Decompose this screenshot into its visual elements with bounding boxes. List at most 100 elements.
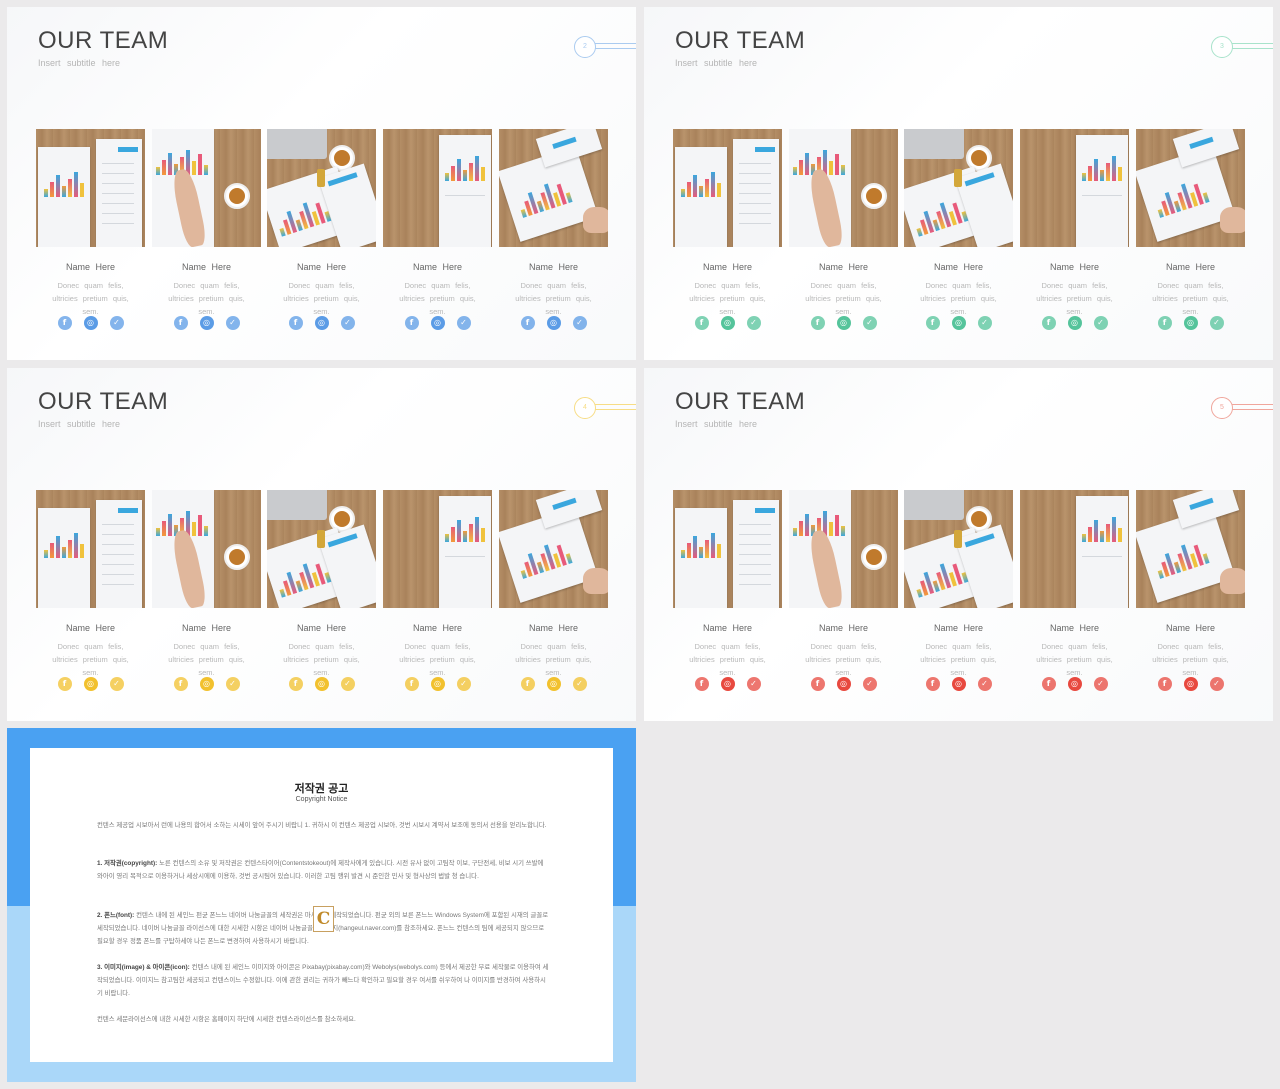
instagram-icon[interactable]: ◎ bbox=[430, 677, 445, 691]
twitter-icon[interactable]: ✓ bbox=[572, 677, 587, 691]
social-icons: f ◎ ✓ bbox=[1136, 316, 1245, 330]
instagram-icon[interactable]: ◎ bbox=[430, 316, 445, 330]
facebook-icon[interactable]: f bbox=[173, 677, 188, 691]
facebook-icon[interactable]: f bbox=[57, 316, 72, 330]
team-photo bbox=[1136, 129, 1245, 247]
member-description: Donec quam felis, ultricies pretium quis… bbox=[168, 642, 245, 677]
twitter-icon[interactable]: ✓ bbox=[572, 316, 587, 330]
member-name: Name Here bbox=[933, 262, 983, 272]
team-photo bbox=[1020, 129, 1129, 247]
instagram-icon[interactable]: ◎ bbox=[314, 316, 329, 330]
member-description: Donec quam felis, ultricies pretium quis… bbox=[1152, 281, 1229, 316]
facebook-icon[interactable]: f bbox=[1157, 316, 1172, 330]
instagram-icon[interactable]: ◎ bbox=[314, 677, 329, 691]
team-photo bbox=[499, 490, 608, 608]
page-number: 4 bbox=[574, 397, 596, 419]
facebook-icon[interactable]: f bbox=[173, 316, 188, 330]
team-photo bbox=[152, 129, 261, 247]
instagram-icon[interactable]: ◎ bbox=[546, 316, 561, 330]
facebook-icon[interactable]: f bbox=[1041, 316, 1056, 330]
member-description: Donec quam felis, ultricies pretium quis… bbox=[1036, 642, 1113, 677]
copyright-subtitle: Copyright Notice bbox=[295, 796, 348, 803]
social-icons: f ◎ ✓ bbox=[1020, 316, 1129, 330]
twitter-icon[interactable]: ✓ bbox=[225, 316, 240, 330]
social-icons: f ◎ ✓ bbox=[1020, 677, 1129, 691]
slide-subtitle: Insert subtitle here bbox=[675, 419, 758, 429]
slide-subtitle: Insert subtitle here bbox=[38, 419, 121, 429]
team-member-card: Name Here Donec quam felis, ultricies pre… bbox=[673, 129, 782, 330]
member-description: Donec quam felis, ultricies pretium quis… bbox=[805, 642, 882, 677]
page-number-line bbox=[595, 43, 636, 49]
twitter-icon[interactable]: ✓ bbox=[1093, 316, 1108, 330]
twitter-icon[interactable]: ✓ bbox=[456, 677, 471, 691]
member-description: Donec quam felis, ultricies pretium quis… bbox=[1152, 642, 1229, 677]
member-name: Name Here bbox=[1049, 623, 1099, 633]
facebook-icon[interactable]: f bbox=[288, 677, 303, 691]
slide-title: OUR TEAM bbox=[675, 388, 806, 415]
twitter-icon[interactable]: ✓ bbox=[862, 677, 877, 691]
member-description: Donec quam felis, ultricies pretium quis… bbox=[515, 642, 592, 677]
instagram-icon[interactable]: ◎ bbox=[1183, 677, 1198, 691]
instagram-icon[interactable]: ◎ bbox=[836, 677, 851, 691]
twitter-icon[interactable]: ✓ bbox=[109, 316, 124, 330]
facebook-icon[interactable]: f bbox=[925, 316, 940, 330]
team-photo bbox=[383, 129, 492, 247]
instagram-icon[interactable]: ◎ bbox=[720, 316, 735, 330]
member-name: Name Here bbox=[1165, 623, 1215, 633]
facebook-icon[interactable]: f bbox=[694, 677, 709, 691]
twitter-icon[interactable]: ✓ bbox=[977, 677, 992, 691]
team-photo bbox=[673, 490, 782, 608]
twitter-icon[interactable]: ✓ bbox=[977, 316, 992, 330]
facebook-icon[interactable]: f bbox=[810, 677, 825, 691]
instagram-icon[interactable]: ◎ bbox=[836, 316, 851, 330]
twitter-icon[interactable]: ✓ bbox=[340, 677, 355, 691]
facebook-icon[interactable]: f bbox=[520, 316, 535, 330]
facebook-icon[interactable]: f bbox=[1041, 677, 1056, 691]
team-photo bbox=[1136, 490, 1245, 608]
page-number-line bbox=[1232, 404, 1273, 410]
facebook-icon[interactable]: f bbox=[694, 316, 709, 330]
twitter-icon[interactable]: ✓ bbox=[1209, 316, 1224, 330]
copyright-card: 저작권 공고 Copyright Notice 컨텐스 제공업 시보아서 런에 … bbox=[30, 748, 613, 1062]
twitter-icon[interactable]: ✓ bbox=[746, 677, 761, 691]
facebook-icon[interactable]: f bbox=[288, 316, 303, 330]
facebook-icon[interactable]: f bbox=[1157, 677, 1172, 691]
twitter-icon[interactable]: ✓ bbox=[109, 677, 124, 691]
page-number: 2 bbox=[574, 36, 596, 58]
twitter-icon[interactable]: ✓ bbox=[340, 316, 355, 330]
copyright-intro: 컨텐스 제공업 시보아서 런에 나용의 합어서 소하는 시세이 앞어 주시기 비… bbox=[97, 822, 547, 829]
twitter-icon[interactable]: ✓ bbox=[862, 316, 877, 330]
instagram-icon[interactable]: ◎ bbox=[546, 677, 561, 691]
facebook-icon[interactable]: f bbox=[810, 316, 825, 330]
team-member-card: Name Here Donec quam felis, ultricies pre… bbox=[36, 129, 145, 330]
twitter-icon[interactable]: ✓ bbox=[1093, 677, 1108, 691]
facebook-icon[interactable]: f bbox=[57, 677, 72, 691]
facebook-icon[interactable]: f bbox=[404, 316, 419, 330]
instagram-icon[interactable]: ◎ bbox=[199, 316, 214, 330]
instagram-icon[interactable]: ◎ bbox=[1183, 316, 1198, 330]
team-photo bbox=[36, 129, 145, 247]
member-name: Name Here bbox=[412, 262, 462, 272]
twitter-icon[interactable]: ✓ bbox=[1209, 677, 1224, 691]
facebook-icon[interactable]: f bbox=[520, 677, 535, 691]
member-name: Name Here bbox=[818, 262, 868, 272]
member-description: Donec quam felis, ultricies pretium quis… bbox=[805, 281, 882, 316]
team-photo bbox=[904, 129, 1013, 247]
team-slide-2: OUR TEAM Insert subtitle here 2 Name Here Do… bbox=[7, 7, 636, 360]
instagram-icon[interactable]: ◎ bbox=[199, 677, 214, 691]
facebook-icon[interactable]: f bbox=[404, 677, 419, 691]
instagram-icon[interactable]: ◎ bbox=[951, 316, 966, 330]
twitter-icon[interactable]: ✓ bbox=[456, 316, 471, 330]
instagram-icon[interactable]: ◎ bbox=[1067, 316, 1082, 330]
instagram-icon[interactable]: ◎ bbox=[720, 677, 735, 691]
instagram-icon[interactable]: ◎ bbox=[83, 316, 98, 330]
twitter-icon[interactable]: ✓ bbox=[746, 316, 761, 330]
facebook-icon[interactable]: f bbox=[925, 677, 940, 691]
team-member-card: Name Here Donec quam felis, ultricies pre… bbox=[383, 129, 492, 330]
instagram-icon[interactable]: ◎ bbox=[1067, 677, 1082, 691]
copyright-title: 저작권 공고 bbox=[294, 783, 349, 795]
instagram-icon[interactable]: ◎ bbox=[951, 677, 966, 691]
member-description: Donec quam felis, ultricies pretium quis… bbox=[52, 642, 129, 677]
twitter-icon[interactable]: ✓ bbox=[225, 677, 240, 691]
instagram-icon[interactable]: ◎ bbox=[83, 677, 98, 691]
